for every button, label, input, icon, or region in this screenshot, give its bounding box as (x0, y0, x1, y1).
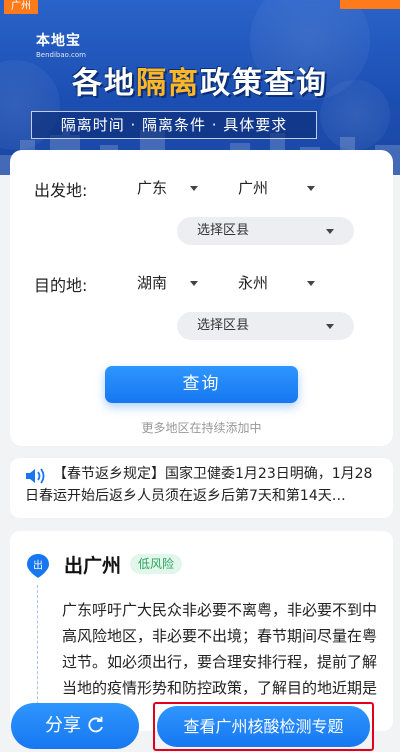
banner-title: 各地隔离政策查询 (0, 58, 400, 102)
share-button[interactable]: 分享 (11, 703, 139, 749)
destination-city-value: 永州 (238, 274, 269, 292)
departure-province-value: 广东 (137, 179, 168, 197)
chevron-down-icon (190, 186, 198, 191)
title-prefix: 各地 (72, 66, 136, 101)
policy-card: 出 出广州 低风险 广东呼吁广大民众非必要不离粤，非必要不到中高风险地区，非必要… (10, 531, 393, 731)
banner-subtitle: 隔离时间 · 隔离条件 · 具体要求 (31, 111, 317, 139)
chevron-down-icon (326, 324, 334, 329)
nucleic-test-topic-button[interactable]: 查看广州核酸检测专题 (157, 706, 370, 747)
query-button[interactable]: 查询 (105, 366, 298, 403)
location-pin-icon: 出 (27, 554, 49, 578)
departure-district-value: 选择区县 (197, 223, 250, 238)
corner-tab (340, 0, 400, 9)
highlight-box: 查看广州核酸检测专题 (153, 702, 374, 751)
notice-bar[interactable]: 【春节返乡规定】国家卫健委1月23日明确，1月28日春运开始后返乡人员须在返乡后… (10, 458, 393, 518)
city-tag[interactable]: 广州 (4, 0, 38, 14)
risk-badge: 低风险 (130, 554, 183, 574)
chevron-down-icon (326, 229, 334, 234)
departure-city-value: 广州 (238, 179, 269, 197)
destination-district-value: 选择区县 (197, 318, 250, 333)
destination-province-value: 湖南 (137, 274, 168, 292)
title-highlight: 隔离 (136, 66, 200, 101)
more-regions-note: 更多地区在持续添加中 (141, 421, 262, 435)
destination-district-select[interactable]: 选择区县 (177, 312, 354, 340)
notice-text: 【春节返乡规定】国家卫健委1月23日明确，1月28日春运开始后返乡人员须在返乡后… (25, 466, 373, 504)
logo-text: 本地宝 (36, 33, 81, 49)
destination-label: 目的地: (34, 276, 88, 295)
policy-title: 出广州 (64, 555, 122, 577)
pin-label: 出 (33, 559, 43, 572)
departure-district-select[interactable]: 选择区县 (177, 217, 354, 245)
query-card: 出发地: 广东 广州 选择区县 目的地: 湖南 永州 选择区县 查询 更多地区在… (10, 150, 393, 446)
banner: 广州 本地宝 Bendibao.com 各地隔离政策查询 隔离时间 · 隔离条件… (0, 0, 400, 175)
title-suffix: 政策查询 (200, 66, 328, 101)
chevron-down-icon (190, 281, 198, 286)
refresh-share-icon (88, 716, 103, 733)
chevron-down-icon (307, 281, 315, 286)
logo: 本地宝 Bendibao.com (36, 30, 86, 59)
departure-label: 出发地: (34, 181, 88, 200)
chevron-down-icon (307, 186, 315, 191)
share-label: 分享 (45, 715, 81, 736)
policy-body: 广东呼吁广大民众非必要不离粤，非必要不到中高风险地区，非必要不出境；春节期间尽量… (62, 601, 378, 697)
